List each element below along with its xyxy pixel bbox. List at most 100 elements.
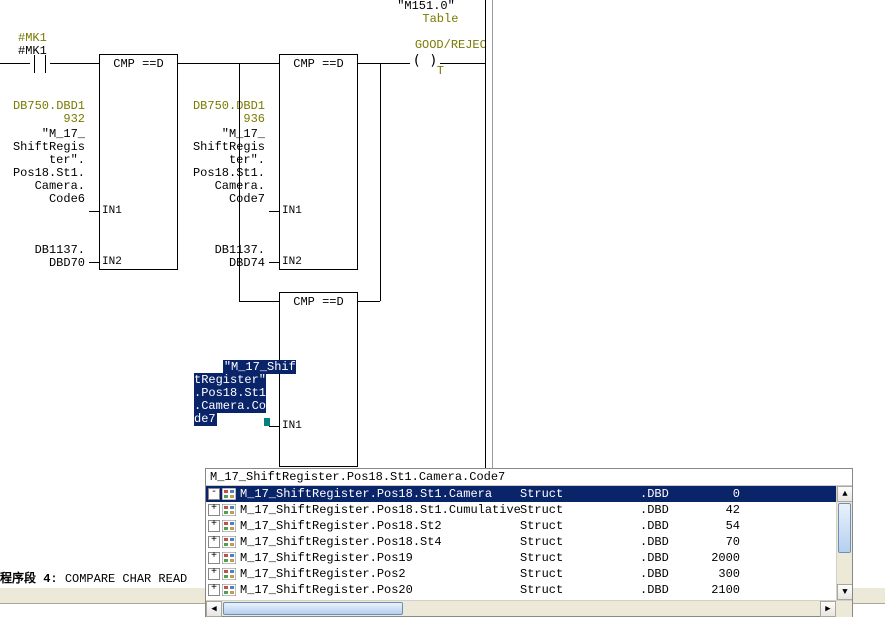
symbol-row[interactable]: + M_17_ShiftRegister.Pos18.St1.Cumulative… <box>206 502 852 518</box>
symbol-type: Struct <box>520 583 640 597</box>
wire <box>239 63 240 301</box>
in1-addr-2: DB750.DBD1 936 <box>180 100 265 126</box>
symbol-name: M_17_ShiftRegister.Pos18.St2 <box>240 519 520 533</box>
symbol-offset: 0 <box>700 487 750 501</box>
tree-toggle[interactable]: + <box>208 584 220 596</box>
symbol-row[interactable]: + M_17_ShiftRegister.Pos18.St2Struct.DBD5… <box>206 518 852 534</box>
tree-toggle[interactable]: + <box>208 552 220 564</box>
symbol-name: M_17_ShiftRegister.Pos18.St1.Camera <box>240 487 520 501</box>
scrollbar-horizontal[interactable]: ◀ ▶ <box>206 600 852 616</box>
pin-in1: IN1 <box>282 205 302 217</box>
wire <box>89 211 99 212</box>
symbol-area: .DBD <box>640 551 700 565</box>
symbol-type: Struct <box>520 503 640 517</box>
editing-operand[interactable]: "M_17_Shif tRegister" .Pos18.St1 .Camera… <box>194 348 264 439</box>
symbol-offset: 70 <box>700 535 750 549</box>
symbol-row[interactable]: + M_17_ShiftRegister.Pos2Struct.DBD300 <box>206 566 852 582</box>
symbol-area: .DBD <box>640 487 700 501</box>
output-coil[interactable]: ( ) <box>410 53 440 73</box>
symbol-row[interactable]: + M_17_ShiftRegister.Pos19Struct.DBD2000 <box>206 550 852 566</box>
wire <box>440 63 485 64</box>
cmp-label: CMP ==D <box>280 55 357 71</box>
scrollbar-vertical[interactable]: ▲ ▼ <box>836 486 852 600</box>
symbol-offset: 2100 <box>700 583 750 597</box>
wire <box>358 63 410 64</box>
in1-sym-2: "M_17_ ShiftRegis ter". Pos18.St1. Camer… <box>180 128 265 206</box>
wire <box>0 63 30 64</box>
segment-title: 程序段 4: COMPARE CHAR READ <box>0 569 187 586</box>
scroll-up-button[interactable]: ▲ <box>837 486 852 502</box>
symbol-area: .DBD <box>640 535 700 549</box>
struct-icon <box>222 552 236 564</box>
struct-icon <box>222 536 236 548</box>
right-rail <box>485 0 486 470</box>
symbol-type: Struct <box>520 551 640 565</box>
symbol-name: M_17_ShiftRegister.Pos18.St1.Cumulative <box>240 503 520 517</box>
in1-addr-1: DB750.DBD1 932 <box>0 100 85 126</box>
symbol-type: Struct <box>520 519 640 533</box>
struct-icon <box>222 504 236 516</box>
cmp-label: CMP ==D <box>280 293 357 309</box>
scroll-thumb[interactable] <box>223 602 403 615</box>
scroll-thumb[interactable] <box>838 503 851 553</box>
symbol-area: .DBD <box>640 583 700 597</box>
scroll-down-button[interactable]: ▼ <box>837 584 852 600</box>
symbol-name: M_17_ShiftRegister.Pos19 <box>240 551 520 565</box>
symbol-type: Struct <box>520 487 640 501</box>
coil-address: "M151.0" <box>386 0 466 13</box>
symbol-offset: 54 <box>700 519 750 533</box>
pin-in2: IN2 <box>282 256 302 268</box>
symbol-type: Struct <box>520 535 640 549</box>
pin-in1: IN1 <box>102 205 122 217</box>
pin-in1: IN1 <box>282 420 302 432</box>
cmp-label: CMP ==D <box>100 55 177 71</box>
in2-addr-1: DB1137. DBD70 <box>0 244 85 270</box>
ladder-canvas[interactable]: Table GOOD/REJEC T "M151.0" #MK1 #MK1 CM… <box>0 0 885 500</box>
tree-toggle[interactable]: + <box>208 568 220 580</box>
scroll-corner <box>836 601 852 617</box>
cmp-block-3[interactable]: CMP ==D <box>279 292 358 467</box>
struct-icon <box>222 568 236 580</box>
in2-addr-2: DB1137. DBD74 <box>180 244 265 270</box>
tree-toggle[interactable]: - <box>208 488 220 500</box>
wire <box>89 262 99 263</box>
symbol-name: M_17_ShiftRegister.Pos18.St4 <box>240 535 520 549</box>
scroll-left-button[interactable]: ◀ <box>206 601 222 617</box>
coil-comment: Table GOOD/REJEC T <box>386 0 466 91</box>
symbol-offset: 42 <box>700 503 750 517</box>
cmp-block-2[interactable]: CMP ==D <box>279 54 358 270</box>
wire <box>380 63 381 301</box>
struct-icon <box>222 584 236 596</box>
wire <box>50 63 99 64</box>
wire <box>269 211 279 212</box>
cursor-icon <box>264 418 270 426</box>
tree-toggle[interactable]: + <box>208 520 220 532</box>
symbol-row[interactable]: - M_17_ShiftRegister.Pos18.St1.CameraStru… <box>206 486 852 502</box>
wire <box>269 262 279 263</box>
no-contact[interactable] <box>30 54 50 74</box>
wire <box>269 426 279 427</box>
symbol-offset: 2000 <box>700 551 750 565</box>
symbol-area: .DBD <box>640 567 700 581</box>
symbol-row[interactable]: + M_17_ShiftRegister.Pos20Struct.DBD2100 <box>206 582 852 598</box>
tree-toggle[interactable]: + <box>208 504 220 516</box>
tree-toggle[interactable]: + <box>208 536 220 548</box>
in1-sym-1: "M_17_ ShiftRegis ter". Pos18.St1. Camer… <box>0 128 85 206</box>
symbol-area: .DBD <box>640 503 700 517</box>
symbol-offset: 300 <box>700 567 750 581</box>
symbol-type: Struct <box>520 567 640 581</box>
symbol-name: M_17_ShiftRegister.Pos2 <box>240 567 520 581</box>
symbol-row[interactable]: + M_17_ShiftRegister.Pos18.St4Struct.DBD7… <box>206 534 852 550</box>
symbol-picker[interactable]: M_17_ShiftRegister.Pos18.St1.Camera.Code… <box>205 468 853 617</box>
wire <box>178 63 279 64</box>
struct-icon <box>222 520 236 532</box>
symbol-picker-list[interactable]: -M_17_ShiftRegister.Pos18.St1.CameraStru… <box>206 486 852 616</box>
pin-in2: IN2 <box>102 256 122 268</box>
symbol-picker-header: M_17_ShiftRegister.Pos18.St1.Camera.Code… <box>206 469 852 486</box>
wire <box>239 301 279 302</box>
cmp-block-1[interactable]: CMP ==D <box>99 54 178 270</box>
wire <box>358 301 380 302</box>
symbol-area: .DBD <box>640 519 700 533</box>
symbol-name: M_17_ShiftRegister.Pos20 <box>240 583 520 597</box>
scroll-right-button[interactable]: ▶ <box>820 601 836 617</box>
